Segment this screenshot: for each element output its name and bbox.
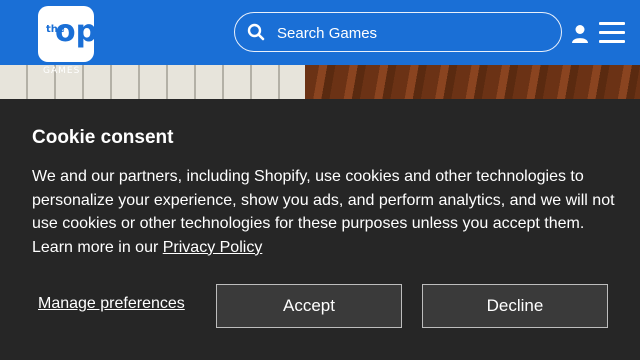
privacy-policy-link[interactable]: Privacy Policy — [163, 239, 263, 256]
manage-preferences-link[interactable]: Manage preferences — [38, 295, 185, 313]
user-icon[interactable] — [571, 24, 589, 44]
accept-button[interactable]: Accept — [216, 284, 402, 328]
search-icon[interactable] — [247, 23, 265, 41]
wood-table-image — [305, 65, 640, 99]
menu-icon[interactable] — [599, 22, 625, 44]
consent-body: We and our partners, including Shopify, … — [32, 165, 622, 259]
site-header: the op — [0, 0, 640, 65]
logo[interactable]: the op — [38, 6, 98, 62]
hero-image — [0, 65, 640, 99]
cookie-consent-banner: Cookie consent We and our partners, incl… — [0, 99, 640, 360]
search-bar[interactable] — [234, 12, 562, 53]
consent-body-text: We and our partners, including Shopify, … — [32, 168, 615, 256]
logo-mark: op — [55, 14, 98, 49]
consent-title: Cookie consent — [32, 127, 174, 148]
decline-button[interactable]: Decline — [422, 284, 608, 328]
search-input[interactable] — [275, 13, 549, 53]
logo-subtitle: GAMES — [43, 66, 81, 76]
